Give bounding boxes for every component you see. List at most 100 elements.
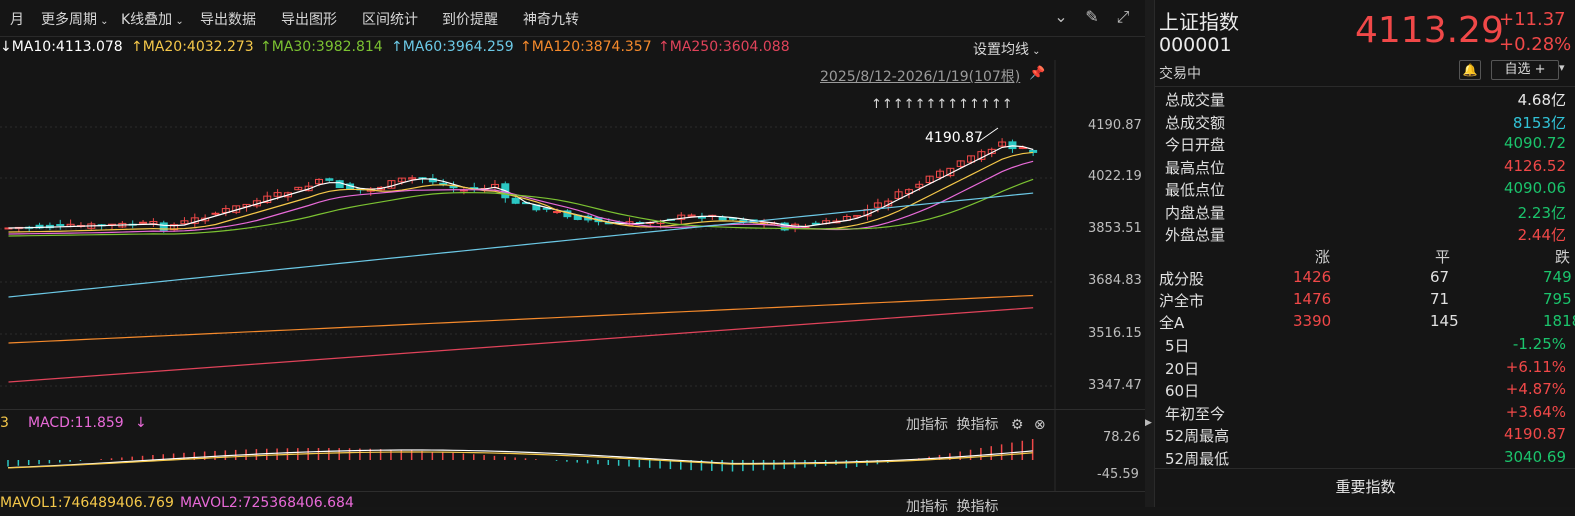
quote-panel: 上证指数 000001 交易中 4113.29 +11.37 +0.28% 🔔 … (1154, 0, 1575, 507)
perf-value: -1.25% (1512, 335, 1566, 353)
perf-row: 52周最低 3040.69 (1165, 448, 1570, 470)
candle-body (511, 197, 520, 204)
stat-value: 2.23亿 (1517, 203, 1566, 222)
stat-label: 最低点位 (1165, 181, 1226, 199)
gear-icon[interactable]: ⚙ (1011, 417, 1024, 433)
macd-dea-value: 3 (0, 415, 9, 431)
stat-label: 总成交额 (1165, 113, 1226, 132)
macd-axis-bottom: -45.59 (1097, 467, 1139, 482)
candle-body (1029, 149, 1038, 153)
stat-row: 最低点位 4090.06 (1165, 179, 1570, 201)
candle-body (325, 178, 334, 181)
breadth-header: 涨平跌 (1155, 246, 1575, 268)
current-price: 4113.29 (1355, 10, 1504, 51)
stat-label: 今日开盘 (1165, 136, 1226, 154)
perf-value: 3040.69 (1503, 447, 1566, 466)
change-indicator-button[interactable]: 换指标 (956, 499, 998, 515)
trading-status: 交易中 (1159, 66, 1201, 82)
stat-value: 4090.72 (1503, 134, 1566, 152)
perf-value: +3.64% (1505, 402, 1566, 421)
macd-tools: 加指标 换指标 ⚙ ⊗ (906, 414, 1046, 434)
change-indicator-button[interactable]: 换指标 (956, 417, 998, 433)
breadth-label: 沪全市 (1159, 292, 1205, 310)
macd-dea-line (7, 451, 1033, 469)
perf-label: 5日 (1165, 337, 1190, 355)
perf-row: 5日 -1.25% (1165, 335, 1570, 357)
breadth-down: 749 (1543, 268, 1572, 286)
breadth-flat: 67 (1430, 268, 1450, 286)
price-tick: 3516.15 (1088, 326, 1142, 341)
stat-row: 最高点位 4126.52 (1165, 157, 1570, 179)
stat-label: 内盘总量 (1165, 203, 1226, 222)
kline-chart-panel[interactable]: 月 更多周期 ⌄ K线叠加 ⌄ 导出数据 导出图形 区间统计 到价提醒 神奇九转… (0, 0, 1145, 515)
candle-body (139, 221, 148, 224)
breadth-header-flat: 平 (1435, 248, 1451, 266)
macd-dif-line (7, 449, 1033, 469)
breadth-up: 1476 (1293, 290, 1332, 308)
stat-row: 今日开盘 4090.72 (1165, 134, 1570, 156)
bell-icon[interactable]: 🔔 (1459, 60, 1481, 80)
ma60-long-line (8, 192, 1034, 298)
stat-row: 内盘总量 2.23亿 (1165, 202, 1570, 224)
perf-label: 年初至今 (1165, 404, 1226, 423)
index-code: 000001 (1159, 34, 1232, 56)
stat-row: 外盘总量 2.44亿 (1165, 224, 1570, 246)
candle-body (56, 224, 65, 227)
high-marker-label: 4190.87 (925, 130, 983, 146)
price-tick: 4022.19 (1088, 169, 1142, 184)
ma10-line (8, 145, 1034, 229)
panel-collapse-handle[interactable]: ▶ (1145, 0, 1154, 507)
stat-value: 4090.06 (1503, 179, 1566, 197)
breadth-header-up: 涨 (1315, 248, 1331, 266)
perf-label: 52周最高 (1165, 427, 1230, 445)
perf-label: 52周最低 (1165, 449, 1230, 468)
stat-label: 外盘总量 (1165, 226, 1226, 244)
price-change: +11.37 (1499, 9, 1566, 30)
ma20-line (8, 151, 1034, 233)
add-watchlist-button[interactable]: 自选 + (1491, 60, 1559, 80)
signal-arrows: ↑↑↑↑↑↑↑↑↑↑↑↑↑ (871, 97, 1013, 112)
stat-label: 最高点位 (1165, 158, 1226, 177)
price-tick: 4190.87 (1088, 118, 1142, 133)
breadth-label: 成分股 (1159, 270, 1205, 288)
close-icon[interactable]: ⊗ (1034, 417, 1046, 433)
perf-row: 年初至今 +3.64% (1165, 403, 1570, 425)
add-indicator-button[interactable]: 加指标 (906, 417, 948, 433)
breadth-row: 成分股 1426 67 749 (1155, 268, 1575, 290)
mavol1-value: MAVOL1:746489406.769 (0, 495, 174, 511)
macd-axis-top: 78.26 (1103, 430, 1141, 445)
price-change-pct: +0.28% (1499, 34, 1572, 55)
breadth-up: 1426 (1293, 268, 1332, 286)
stat-row: 总成交额 8153亿 (1165, 112, 1570, 134)
stat-label: 总成交量 (1165, 91, 1226, 109)
breadth-down: 795 (1543, 290, 1572, 308)
candle-body (335, 180, 344, 189)
important-index-tab[interactable]: 重要指数 (1155, 468, 1575, 508)
quote-header: 上证指数 000001 交易中 4113.29 +11.37 +0.28% 🔔 … (1155, 0, 1575, 87)
watchlist-dropdown-icon[interactable]: ▾ (1559, 61, 1565, 74)
breadth-flat: 71 (1430, 290, 1450, 308)
breadth-row: 沪全市 1476 71 795 (1155, 290, 1575, 312)
volume-tools: 加指标 换指标 (906, 496, 998, 516)
perf-label: 60日 (1165, 382, 1200, 400)
perf-label: 20日 (1165, 359, 1200, 378)
perf-value: +4.87% (1505, 380, 1566, 398)
breadth-header-down: 跌 (1555, 248, 1571, 266)
price-tick: 3853.51 (1088, 221, 1142, 236)
breadth-row: 全A 3390 145 1818 (1155, 312, 1575, 334)
mavol2-value: MAVOL2:725368406.684 (180, 495, 354, 511)
price-tick: 3684.83 (1088, 273, 1142, 288)
breadth-down: 1818 (1543, 312, 1575, 330)
stat-value: 2.44亿 (1517, 226, 1566, 244)
stat-value: 4.68亿 (1517, 91, 1566, 109)
macd-arrow: ↓ (135, 415, 147, 431)
perf-row: 60日 +4.87% (1165, 380, 1570, 402)
stat-value: 8153亿 (1512, 113, 1566, 132)
chevron-right-icon[interactable]: ▶ (1145, 418, 1152, 428)
perf-value: +6.11% (1505, 357, 1566, 376)
perf-row: 20日 +6.11% (1165, 358, 1570, 380)
stat-value: 4126.52 (1503, 156, 1566, 175)
price-tick: 3347.47 (1088, 378, 1142, 393)
macd-value: MACD:11.859 (28, 415, 124, 431)
add-indicator-button[interactable]: 加指标 (906, 499, 948, 515)
